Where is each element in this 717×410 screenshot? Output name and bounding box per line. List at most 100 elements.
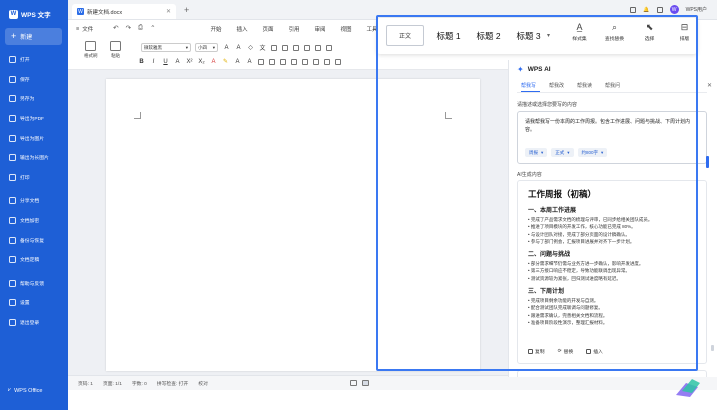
font-shrink-icon[interactable]: A (235, 45, 242, 51)
char-shading-icon[interactable]: A (234, 59, 241, 65)
borders-icon[interactable] (335, 58, 341, 65)
distribute-icon[interactable] (302, 58, 308, 65)
sidebar-item-settings[interactable]: 设置 (0, 293, 68, 313)
sidebar-item-export-pdf[interactable]: 导出为PDF (0, 109, 68, 129)
align-right-icon[interactable] (280, 58, 286, 65)
tab-review[interactable]: 审阅 (307, 25, 333, 33)
style-heading-2[interactable]: 标题 2 (473, 30, 504, 42)
copy-button[interactable]: 复制 (528, 348, 545, 355)
superscript-icon[interactable]: X² (186, 59, 193, 65)
print-layout-icon[interactable] (350, 380, 357, 386)
ai-tab-ask[interactable]: 帮我问 (605, 82, 620, 89)
clear-format-icon[interactable]: ◇ (247, 44, 254, 51)
wps-office-logo-icon: ⩗ (8, 387, 12, 393)
indent-increase-icon[interactable] (304, 44, 310, 51)
bold-icon[interactable]: B (138, 59, 145, 65)
sidebar-item-save-as[interactable]: 另存为 (0, 89, 68, 109)
insert-button[interactable]: 插入 (586, 348, 603, 355)
font-color-icon[interactable]: A (210, 59, 217, 65)
sidebar-item-logout[interactable]: 退出登录 (0, 313, 68, 333)
sidebar-item-finalize[interactable]: 文档定稿 (0, 250, 68, 270)
underline-icon[interactable]: U (162, 59, 169, 65)
document-page[interactable] (106, 79, 480, 371)
style-normal[interactable]: 正文 (386, 25, 424, 46)
bullets-icon[interactable] (271, 44, 277, 51)
replace-button[interactable]: ⟳ 替换 (558, 348, 574, 355)
select-button[interactable]: ⬉ 选择 (638, 22, 661, 42)
style-set-button[interactable]: A̲ 样式集 (568, 22, 591, 42)
sidebar-item-backup[interactable]: 备份与恢复 (0, 230, 68, 250)
chevron-down-icon[interactable]: ▾ (547, 32, 550, 39)
refresh-icon: ⟳ (557, 349, 562, 354)
indent-decrease-icon[interactable] (293, 44, 299, 51)
prompt-input[interactable]: 请我帮我写一份本周的工作周报。包含工作进展、问题与挑战、下周计划内容。 周报 ▾ … (517, 111, 709, 168)
font-size-select[interactable]: 小四 ▾ (195, 43, 218, 52)
style-heading-3[interactable]: 标题 3 (513, 30, 544, 42)
web-layout-icon[interactable] (362, 380, 369, 386)
ai-tab-read[interactable]: 帮我读 (577, 82, 592, 89)
subscript-icon[interactable]: X₂ (198, 59, 205, 65)
tab-page[interactable]: 页面 (255, 25, 281, 33)
format-painter-button[interactable]: 格式刷 (84, 41, 98, 59)
avatar[interactable]: W (669, 5, 679, 14)
file-menu[interactable]: ≡ 文件 (76, 25, 93, 33)
new-button[interactable]: + 新建 (5, 28, 62, 45)
close-icon[interactable]: ✕ (707, 82, 712, 89)
close-icon[interactable]: ✕ (166, 8, 171, 15)
sort-icon[interactable] (315, 44, 321, 51)
sidebar-item-long-image[interactable]: 输出为长图片 (0, 148, 68, 168)
find-replace-button[interactable]: ⌕ 查找替换 (603, 22, 626, 42)
align-justify-icon[interactable] (291, 58, 297, 65)
sidebar-item-open[interactable]: 打开 (0, 50, 68, 70)
window-icon[interactable] (630, 6, 637, 13)
style-heading-1[interactable]: 标题 1 (433, 30, 464, 42)
char-border-icon[interactable]: A (246, 59, 253, 65)
chip-type[interactable]: 周报 ▾ (525, 148, 548, 157)
bell-icon[interactable]: 🔔 (643, 7, 649, 13)
document-tab[interactable]: W 新建文档.docx ✕ (72, 4, 176, 19)
tab-references[interactable]: 引用 (281, 25, 307, 33)
paste-button[interactable]: 粘贴 (110, 41, 121, 59)
user-name[interactable]: WPS用户 (686, 6, 707, 13)
numbering-icon[interactable] (282, 44, 288, 51)
align-left-icon[interactable] (258, 58, 264, 65)
add-tab-button[interactable]: + (184, 5, 189, 15)
align-center-icon[interactable] (269, 58, 275, 65)
ai-panel-header: ✦ WPS AI (517, 65, 551, 74)
chip-tone[interactable]: 正式 ▾ (551, 148, 574, 157)
tab-view[interactable]: 视图 (333, 25, 359, 33)
sidebar-item-export-image[interactable]: 导出为图片 (0, 128, 68, 148)
font-grow-icon[interactable]: A (223, 45, 230, 51)
undo-icon[interactable]: ↶ (113, 24, 118, 32)
chip-length[interactable]: 约800字 ▾ (577, 148, 608, 157)
print-preview-icon[interactable]: ⎙ (138, 24, 143, 32)
sidebar-item-help[interactable]: 帮助与反馈 (0, 274, 68, 294)
strikethrough-icon[interactable]: A (174, 59, 181, 65)
phonetic-icon[interactable]: 文 (259, 43, 266, 52)
highlight-icon[interactable]: ✎ (222, 58, 229, 65)
ribbon-row-bottom: B I U A X² X₂ A ✎ A A (138, 58, 341, 65)
tab-home[interactable]: 开始 (203, 25, 229, 33)
italic-icon[interactable]: I (150, 59, 157, 65)
show-marks-icon[interactable] (326, 44, 332, 51)
sidebar-item-share[interactable]: 分享文档 (0, 191, 68, 211)
status-word-count[interactable]: 字数: 0 (132, 380, 147, 387)
font-name-select[interactable]: 微软雅黑 ▾ (141, 43, 191, 52)
sidebar-item-encrypt[interactable]: 文档加密 (0, 211, 68, 231)
redo-icon[interactable]: ↷ (125, 24, 130, 32)
ai-tab-write[interactable]: 帮我写 (521, 82, 536, 89)
shading-icon[interactable] (324, 58, 330, 65)
send-button[interactable] (706, 156, 709, 168)
chevron-down-icon: ▾ (601, 149, 604, 155)
line-spacing-icon[interactable] (313, 58, 319, 65)
ai-tab-edit[interactable]: 帮我改 (549, 82, 564, 89)
layout-button[interactable]: ⊟ 排版 (673, 22, 696, 42)
status-spell-check[interactable]: 拼写检查: 打开 (157, 380, 188, 387)
apps-icon[interactable] (656, 6, 663, 13)
status-proofread[interactable]: 校对 (198, 380, 208, 387)
chevron-down-icon[interactable]: ⌃ (150, 24, 155, 32)
scrollbar-thumb[interactable] (711, 345, 714, 351)
tab-insert[interactable]: 插入 (229, 25, 255, 33)
sidebar-item-print[interactable]: 打印 (0, 168, 68, 188)
sidebar-item-save[interactable]: 保存 (0, 70, 68, 90)
